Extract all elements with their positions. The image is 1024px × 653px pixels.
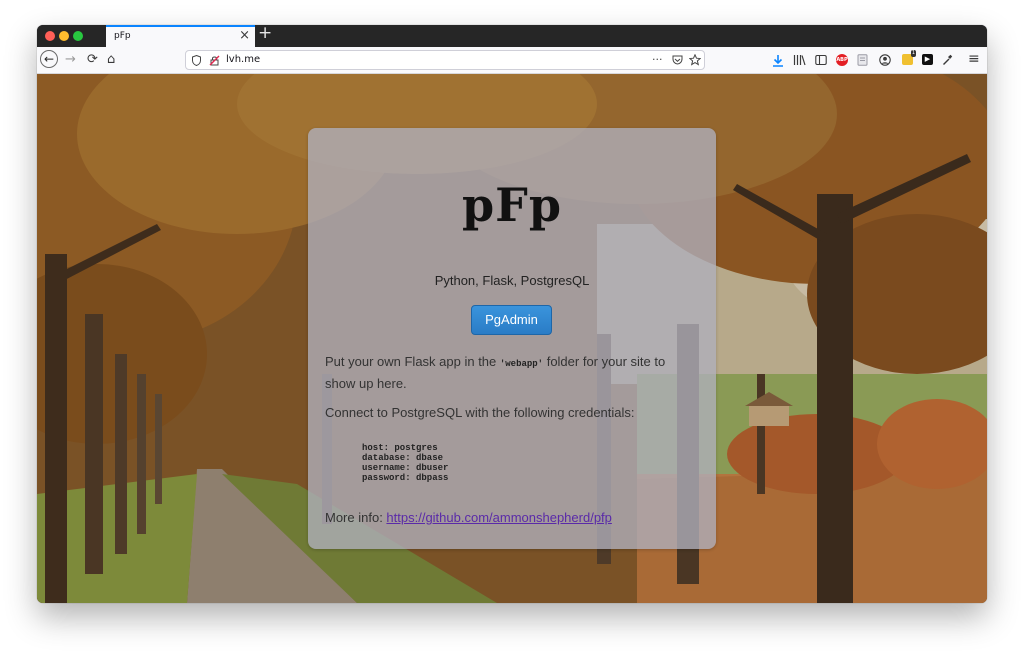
connect-paragraph: Connect to PostgreSQL with the following… — [325, 405, 635, 420]
play-extension-icon[interactable]: ▶ — [922, 54, 933, 65]
browser-window: pFp × + ← → ⟳ ⌂ lvh.me ··· ABP 1 ▶ ≡ pFp… — [37, 25, 987, 603]
tab-close-icon[interactable]: × — [239, 28, 250, 43]
github-link[interactable]: https://github.com/ammonshepherd/pfp — [386, 510, 611, 525]
page-viewport: pFp Python, Flask, PostgresQL PgAdmin Pu… — [37, 74, 987, 603]
zoom-window-button[interactable] — [73, 31, 83, 41]
library-icon[interactable] — [793, 54, 806, 66]
forward-button[interactable]: → — [65, 52, 76, 68]
pgadmin-button[interactable]: PgAdmin — [471, 305, 552, 335]
extension-badge-count: 1 — [910, 50, 916, 57]
insecure-lock-icon[interactable] — [209, 55, 220, 66]
close-window-button[interactable] — [45, 31, 55, 41]
new-tab-button[interactable]: + — [258, 25, 272, 43]
reload-button[interactable]: ⟳ — [87, 52, 98, 68]
more-info-line: More info: https://github.com/ammonsheph… — [325, 510, 705, 525]
minimize-window-button[interactable] — [59, 31, 69, 41]
url-bar[interactable]: lvh.me ··· — [185, 50, 705, 70]
adblock-plus-icon[interactable]: ABP — [836, 54, 848, 66]
intro-paragraph: Put your own Flask app in the 'webapp' f… — [325, 352, 697, 393]
pfp-logo: pFp — [462, 178, 562, 232]
download-icon[interactable] — [772, 54, 784, 67]
back-button[interactable]: ← — [40, 50, 58, 68]
url-text: lvh.me — [226, 54, 261, 65]
tab-pfp[interactable]: pFp × — [106, 25, 255, 47]
more-info-label: More info: — [325, 510, 387, 525]
credentials-block: host: postgres database: dbase username:… — [362, 443, 449, 483]
navigation-toolbar: ← → ⟳ ⌂ lvh.me ··· ABP 1 ▶ ≡ — [37, 47, 987, 74]
webapp-folder-code: 'webapp' — [499, 359, 544, 369]
extension-badge-icon[interactable]: 1 — [902, 50, 916, 65]
pocket-icon[interactable] — [672, 55, 683, 65]
page-actions-icon[interactable]: ··· — [652, 53, 663, 66]
stack-subtitle: Python, Flask, PostgresQL — [434, 273, 590, 288]
sidebar-icon[interactable] — [815, 54, 827, 66]
intro-text-before: Put your own Flask app in the — [325, 354, 500, 369]
home-button[interactable]: ⌂ — [107, 52, 115, 68]
shield-icon[interactable] — [192, 55, 201, 66]
tab-strip: pFp × + — [37, 25, 987, 47]
eyedropper-icon[interactable] — [942, 54, 953, 66]
menu-icon[interactable]: ≡ — [968, 51, 980, 67]
welcome-card: pFp Python, Flask, PostgresQL PgAdmin Pu… — [308, 128, 716, 549]
account-icon[interactable] — [879, 54, 891, 66]
bookmark-star-icon[interactable] — [689, 54, 701, 66]
tab-title: pFp — [114, 31, 131, 41]
reader-extension-icon[interactable] — [857, 54, 868, 66]
